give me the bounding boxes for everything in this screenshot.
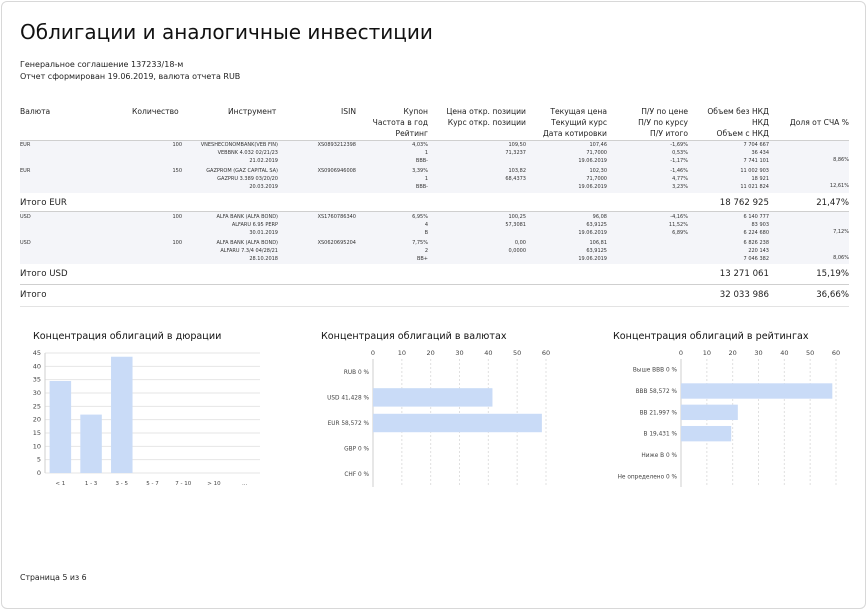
chart-rating-title: Концентрация облигаций в рейтингах: [613, 331, 809, 342]
total-usd-share: 15,19%: [816, 269, 849, 279]
x-tick-label: 10: [398, 349, 406, 357]
grand-total-label: Итого: [20, 290, 47, 300]
grand-total-share: 36,66%: [816, 290, 849, 300]
header-share: Доля от СЧА %: [789, 118, 849, 127]
y-tick-label: 10: [33, 442, 41, 450]
y-tick-label: 0: [37, 469, 41, 477]
header-instrument: Инструмент: [228, 107, 277, 116]
x-tick-label: > 10: [207, 481, 221, 487]
category-label: RUB 0 %: [344, 370, 370, 376]
bar: [681, 383, 833, 399]
grand-total-volume: 32 033 986: [719, 290, 769, 300]
header-open-price: Цена откр. позиции Курс откр. позиции: [446, 107, 526, 127]
category-label: EUR 58,572 %: [328, 421, 370, 427]
y-tick-label: 5: [37, 456, 41, 464]
header-volume: Объем без НКД НКД Объем с НКД: [707, 107, 769, 138]
x-tick-label: 50: [806, 349, 814, 357]
x-tick-label: 50: [513, 349, 521, 357]
y-tick-label: 30: [33, 389, 41, 397]
category-label: USD 41,428 %: [327, 395, 369, 401]
x-tick-label: < 1: [55, 481, 65, 487]
category-label: B 19,431 %: [644, 432, 678, 438]
chart-duration-title: Концентрация облигаций в дюрации: [33, 331, 222, 342]
chart-duration: 0 5 10 15 20 25 30 35 40 45 < 1 1 - 3 3 - 5 5 - 7 7 - …: [33, 349, 260, 487]
x-tick-label: 20: [729, 349, 737, 357]
y-tick-label: 40: [33, 362, 41, 370]
x-tick-label: 7 - 10: [175, 481, 191, 487]
chart-currency: 0 10 20 30 40 50 60 RUB 0 % USD 41,428 % EUR 58,5…: [327, 349, 550, 487]
x-tick-label: 0: [679, 349, 683, 357]
report-info-text: Отчет сформирован 19.06.2019, валюта отч…: [20, 72, 241, 81]
x-tick-label: 30: [455, 349, 463, 357]
bar: [681, 425, 732, 442]
category-label: Не определено 0 %: [618, 474, 678, 480]
y-tick-label: 35: [33, 376, 41, 384]
bar: [111, 356, 133, 473]
bar: [80, 414, 102, 473]
x-tick-label: 60: [542, 349, 550, 357]
x-tick-label: 40: [780, 349, 788, 357]
bar: [373, 388, 493, 407]
header-currency: Валюта: [20, 107, 51, 116]
category-label: Ниже B 0 %: [641, 453, 677, 459]
x-tick-label: 10: [703, 349, 711, 357]
y-tick-label: 15: [33, 429, 41, 437]
total-eur-share: 21,47%: [816, 198, 849, 208]
header-isin: ISIN: [341, 107, 356, 116]
category-label: GBP 0 %: [344, 447, 369, 453]
bar: [49, 381, 72, 473]
total-usd-volume: 13 271 061: [719, 269, 769, 279]
x-tick-label: 5 - 7: [146, 481, 159, 487]
x-tick-label: 20: [427, 349, 435, 357]
x-tick-label: 0: [371, 349, 375, 357]
y-tick-label: 45: [33, 349, 41, 357]
total-eur-volume: 18 762 925: [719, 198, 769, 208]
category-label: BBB 58,572 %: [636, 389, 678, 395]
report-page: Облигации и аналогичные инвестиции Генер…: [1, 1, 866, 609]
x-tick-label: ...: [242, 481, 247, 487]
x-tick-label: 40: [484, 349, 492, 357]
x-tick-label: 3 - 5: [116, 481, 129, 487]
header-quantity: Количество: [132, 107, 179, 116]
y-tick-label: 25: [33, 402, 41, 410]
header-coupon: Купон Частота в год Рейтинг: [372, 107, 428, 138]
agreement-text: Генеральное соглашение 137233/18-м: [20, 60, 184, 69]
x-tick-label: 1 - 3: [85, 481, 98, 487]
header-current-price: Текущая цена Текущий курс Дата котировки: [542, 107, 607, 138]
category-label: BB 21,997 %: [640, 410, 678, 416]
page-footer: Страница 5 из 6: [20, 573, 87, 582]
x-tick-label: 60: [832, 349, 840, 357]
bar: [681, 404, 738, 421]
category-label: CHF 0 %: [344, 472, 369, 478]
y-tick-label: 20: [33, 416, 41, 424]
chart-rating: 0 10 20 30 40 50 60 Выше BBB 0 % BBB 58,572 % BB …: [618, 349, 840, 487]
total-eur-label: Итого EUR: [20, 198, 67, 208]
total-usd-label: Итого USD: [20, 269, 68, 279]
bar: [373, 413, 542, 433]
page-title: Облигации и аналогичные инвестиции: [20, 20, 433, 44]
category-label: Выше BBB 0 %: [633, 368, 678, 374]
header-pnl: П/У по цене П/У по курсу П/У итого: [638, 107, 688, 138]
usd-divider: [20, 284, 849, 285]
chart-currency-title: Концентрация облигаций в валютах: [321, 331, 507, 342]
x-tick-label: 30: [754, 349, 762, 357]
grand-total-divider: [20, 306, 849, 307]
